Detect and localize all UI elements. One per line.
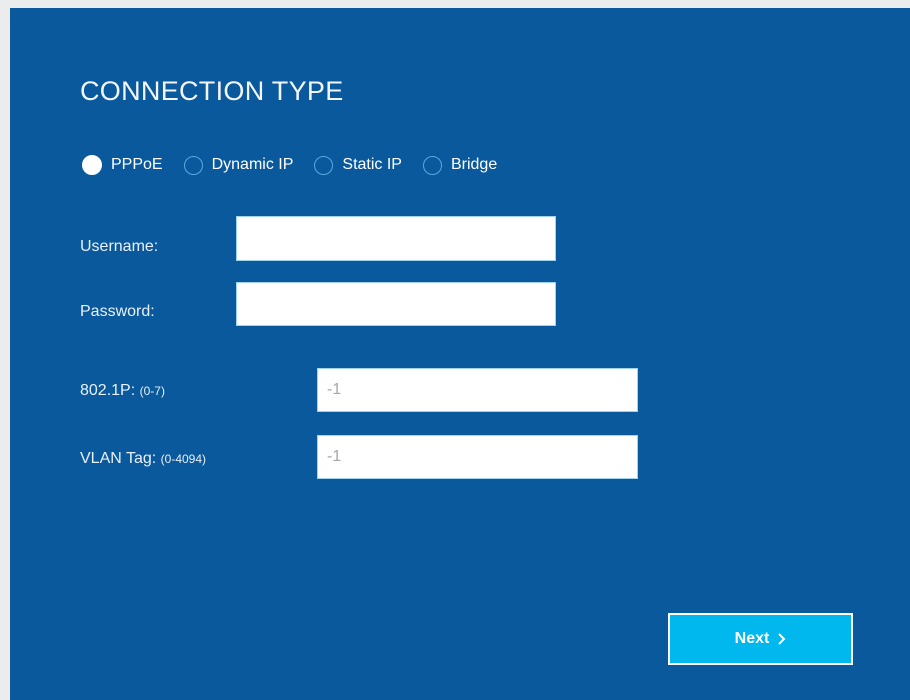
vlan-range-hint: (0-4094): [160, 452, 207, 466]
vlan-label: VLAN Tag: (0-4094): [80, 450, 206, 468]
radio-label: Static IP: [342, 156, 402, 173]
connection-panel: CONNECTION TYPE PPPoE Dynamic IP Static …: [10, 8, 910, 700]
password-input[interactable]: [236, 282, 556, 326]
radio-bridge[interactable]: Bridge: [422, 155, 498, 175]
radio-pppoe[interactable]: PPPoE: [82, 155, 163, 175]
vlan-label-text: VLAN Tag:: [80, 450, 157, 467]
page-title: CONNECTION TYPE: [80, 76, 344, 106]
radio-unselected-icon[interactable]: [183, 155, 203, 175]
radio-unselected-icon[interactable]: [422, 155, 442, 175]
radio-static-ip[interactable]: Static IP: [314, 155, 402, 175]
priority-input[interactable]: -1: [317, 368, 638, 412]
priority-range-hint: (0-7): [139, 384, 165, 398]
radio-label: Bridge: [450, 156, 498, 173]
connection-type-radio-group: PPPoE Dynamic IP Static IP Bridge: [82, 152, 518, 178]
password-label: Password:: [80, 303, 155, 320]
chevron-right-icon: [778, 633, 786, 645]
next-button-label: Next: [734, 630, 770, 647]
priority-label: 802.1P: (0-7): [80, 382, 165, 400]
next-button[interactable]: Next: [668, 613, 853, 665]
username-label: Username:: [80, 238, 159, 255]
priority-label-text: 802.1P:: [80, 382, 136, 399]
radio-dynamic-ip[interactable]: Dynamic IP: [183, 155, 294, 175]
radio-unselected-icon[interactable]: [314, 155, 334, 175]
radio-label: PPPoE: [111, 156, 163, 173]
radio-selected-icon[interactable]: [82, 155, 102, 175]
radio-label: Dynamic IP: [211, 156, 294, 173]
vlan-input[interactable]: -1: [317, 435, 638, 479]
username-input[interactable]: [236, 216, 556, 261]
